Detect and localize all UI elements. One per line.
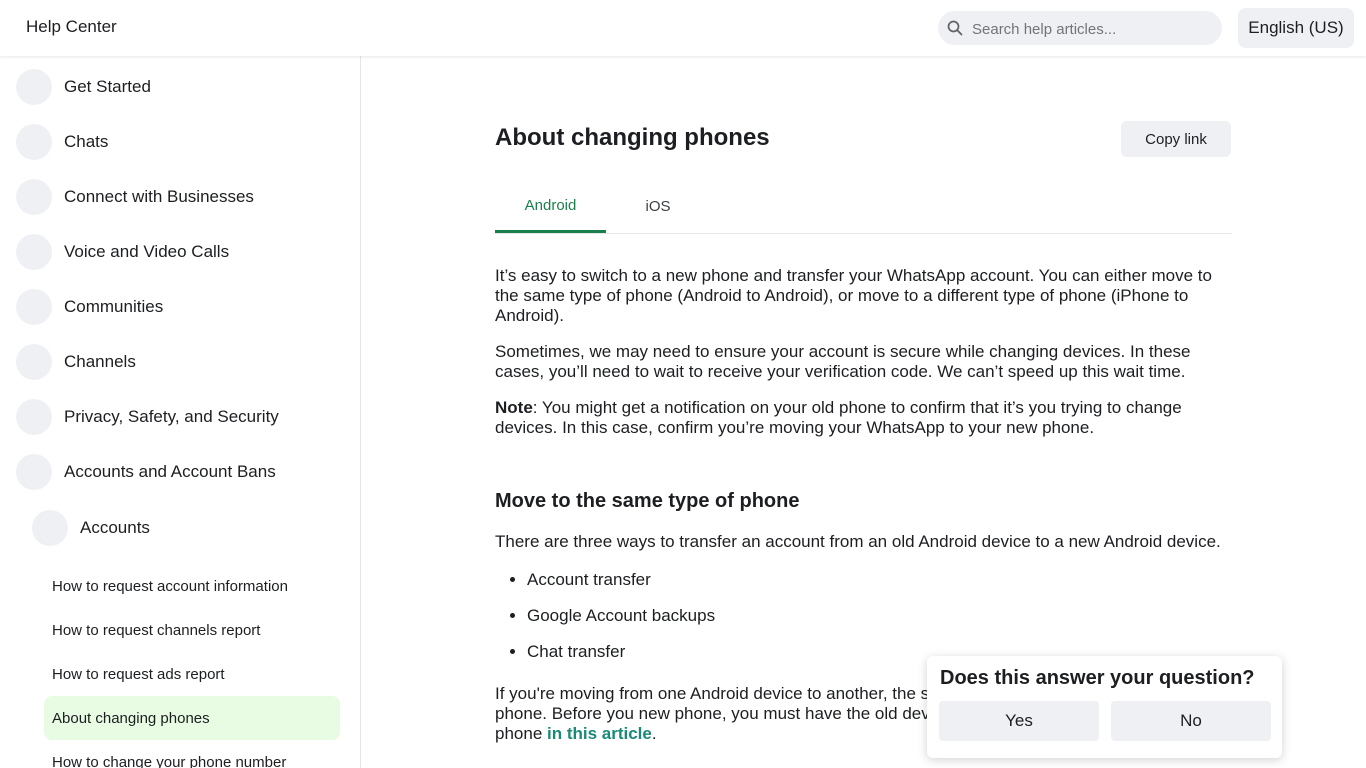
category-icon: [16, 69, 52, 105]
search-input[interactable]: [970, 11, 1214, 47]
sidebar: Get Started Chats Connect with Businesse…: [0, 56, 361, 768]
article-link[interactable]: How to change your phone number: [44, 740, 340, 768]
list-item: Google Account backups: [527, 606, 715, 626]
category-icon: [16, 124, 52, 160]
copy-link-button[interactable]: Copy link: [1121, 121, 1231, 157]
category-icon: [16, 344, 52, 380]
category-icon: [32, 510, 68, 546]
sidebar-item-label: Accounts and Account Bans: [64, 462, 276, 481]
sidebar-item-label: Voice and Video Calls: [64, 242, 230, 261]
feedback-question: Does this answer your question?: [940, 667, 1255, 689]
in-this-article-link[interactable]: in this article: [547, 724, 652, 743]
note-paragraph: Note: You might get a notification on yo…: [495, 398, 1235, 438]
platform-tabs: Android iOS: [495, 180, 1232, 234]
sidebar-item-label: Channels: [64, 352, 136, 371]
search-icon: [947, 20, 963, 36]
note-label: Note: [495, 398, 533, 417]
sidebar-item-get-started[interactable]: Get Started: [16, 67, 151, 107]
sidebar-item-accounts-and-bans[interactable]: Accounts and Account Bans: [16, 452, 276, 492]
tab-ios[interactable]: iOS: [621, 180, 695, 233]
article-link[interactable]: How to request account information: [44, 564, 340, 608]
section-heading: Move to the same type of phone: [495, 490, 800, 512]
paragraph: Sometimes, we may need to ensure your ac…: [495, 342, 1191, 381]
list-item: Chat transfer: [527, 642, 715, 662]
paragraph: It’s easy to switch to a new phone and t…: [495, 266, 1212, 325]
page-title: About changing phones: [495, 124, 770, 151]
language-selector[interactable]: English (US): [1238, 8, 1354, 48]
sidebar-item-label: Get Started: [64, 77, 151, 96]
sidebar-item-label: Accounts: [80, 518, 150, 537]
sidebar-item-communities[interactable]: Communities: [16, 287, 163, 327]
category-icon: [16, 399, 52, 435]
sidebar-item-chats[interactable]: Chats: [16, 122, 108, 162]
no-button[interactable]: No: [1111, 701, 1271, 741]
article-link-active[interactable]: About changing phones: [44, 696, 340, 740]
sidebar-subitem-accounts[interactable]: Accounts: [32, 508, 150, 548]
help-center-brand[interactable]: Help Center: [26, 17, 117, 37]
sidebar-item-channels[interactable]: Channels: [16, 342, 136, 382]
article-link[interactable]: How to request channels report: [44, 608, 340, 652]
sidebar-item-label: Privacy, Safety, and Security: [64, 407, 279, 426]
paragraph-end: .: [651, 724, 657, 743]
sidebar-item-label: Chats: [64, 132, 109, 151]
category-icon: [16, 179, 52, 215]
list-item: Account transfer: [527, 570, 715, 590]
article-body: It’s easy to switch to a new phone and t…: [495, 266, 1235, 743]
sidebar-item-label: Communities: [64, 297, 164, 316]
top-header: Help Center English (US): [0, 0, 1366, 56]
category-icon: [16, 289, 52, 325]
transfer-methods-list: Account transfer Google Account backups …: [495, 570, 715, 678]
tab-android[interactable]: Android: [495, 180, 606, 233]
category-icon: [16, 234, 52, 270]
sidebar-item-voice-video-calls[interactable]: Voice and Video Calls: [16, 232, 229, 272]
feedback-popup: Does this answer your question? Yes No: [927, 656, 1282, 758]
sidebar-item-label: Connect with Businesses: [64, 187, 254, 206]
sidebar-item-connect-with-businesses[interactable]: Connect with Businesses: [16, 177, 254, 217]
paragraph: There are three ways to transfer an acco…: [495, 532, 1221, 551]
category-icon: [16, 454, 52, 490]
article-link[interactable]: How to request ads report: [44, 652, 340, 696]
sidebar-item-privacy-safety-security[interactable]: Privacy, Safety, and Security: [16, 397, 279, 437]
yes-button[interactable]: Yes: [939, 701, 1099, 741]
note-text: : You might get a notification on your o…: [495, 398, 1182, 437]
search-box[interactable]: [938, 11, 1222, 47]
